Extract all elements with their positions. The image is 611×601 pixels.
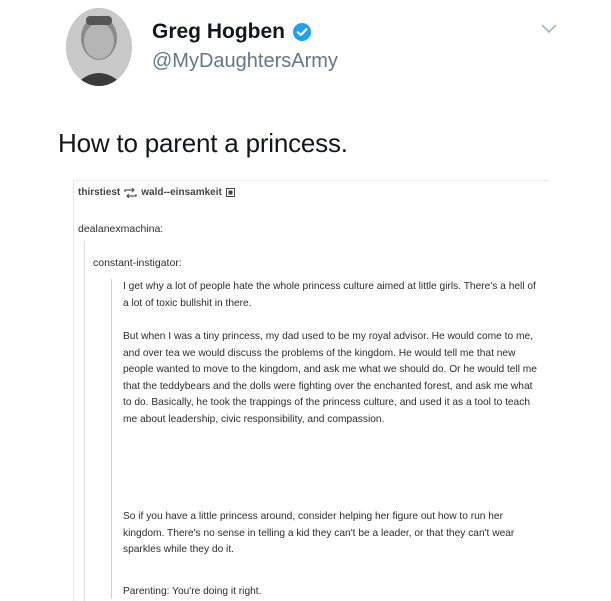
verified-badge-icon bbox=[293, 23, 312, 41]
tumblr-screenshot: thirstiest wald--einsamkeit dealanexmach… bbox=[73, 180, 549, 601]
display-name[interactable]: Greg Hogben bbox=[152, 20, 285, 44]
reblog-user-1[interactable]: thirstiest bbox=[78, 187, 120, 198]
avatar[interactable] bbox=[66, 8, 132, 86]
post-paragraph-1: I get why a lot of people hate the whole… bbox=[123, 281, 536, 309]
reblog-icon bbox=[124, 187, 137, 198]
user-handle[interactable]: @MyDaughtersArmy bbox=[152, 50, 338, 73]
reblog-bar: thirstiest wald--einsamkeit bbox=[78, 187, 235, 198]
reblog-user-2[interactable]: wald--einsamkeit bbox=[141, 187, 222, 198]
chevron-down-icon[interactable] bbox=[540, 22, 558, 36]
tweet-text: How to parent a princess. bbox=[58, 128, 348, 158]
post-paragraph-4: Parenting: You're doing it right. bbox=[123, 586, 262, 597]
reblog-quote-inner: I get why a lot of people hate the whole… bbox=[111, 279, 544, 599]
op-username[interactable]: dealanexmachina: bbox=[78, 223, 163, 235]
tweet-header: Greg Hogben @MyDaughtersArmy bbox=[66, 8, 586, 98]
name-row: Greg Hogben bbox=[152, 20, 312, 44]
post-paragraph-2: But when I was a tiny princess, my dad u… bbox=[123, 331, 537, 425]
reblog-quote-outer: constant-instigator: I get why a lot of … bbox=[84, 241, 543, 601]
square-icon bbox=[225, 188, 235, 197]
poster-username[interactable]: constant-instigator: bbox=[93, 257, 182, 269]
post-paragraph-3: So if you have a little princess around,… bbox=[123, 511, 515, 555]
